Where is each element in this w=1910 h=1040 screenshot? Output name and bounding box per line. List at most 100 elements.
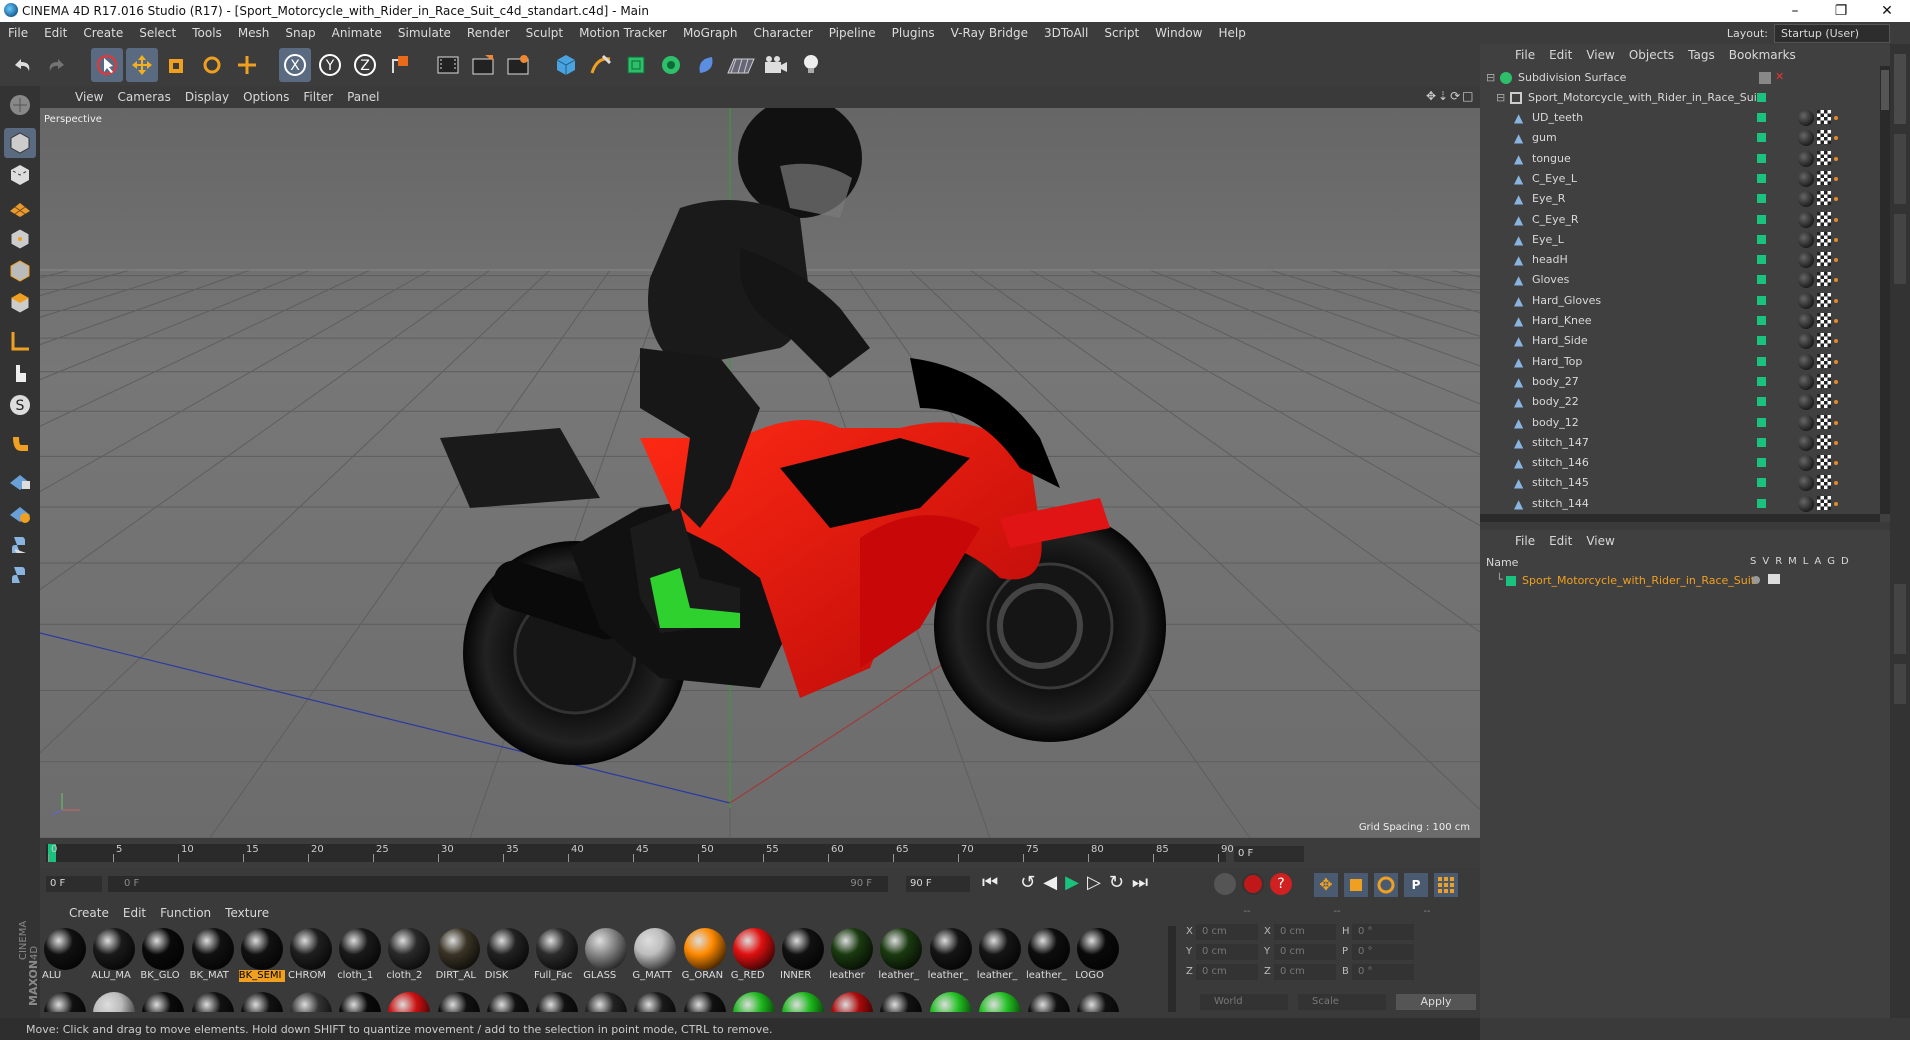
timeline-ruler[interactable]: 0 5 10 15 20 25 30 35 40 45 50 55 60 65 70 75 80 85 90 0 F	[40, 838, 1480, 868]
viewport-menu-cameras[interactable]: Cameras	[110, 90, 177, 104]
phong-tag-icon[interactable]	[1834, 197, 1838, 202]
material-swatch[interactable]: GLASS	[583, 926, 629, 982]
object-menu-file[interactable]: File	[1508, 48, 1542, 62]
material-tag-icon[interactable]	[1798, 252, 1814, 269]
material-swatch[interactable]	[583, 992, 629, 1012]
texture-tag-icon[interactable]	[1817, 414, 1831, 429]
menu-tools[interactable]: Tools	[184, 26, 230, 40]
material-swatch[interactable]	[239, 992, 285, 1012]
phong-tag-icon[interactable]	[1834, 440, 1838, 445]
solo-icon[interactable]	[1752, 576, 1760, 584]
checkmark-icon[interactable]	[1759, 72, 1771, 84]
rotation-key-icon[interactable]	[1374, 873, 1398, 897]
material-swatch[interactable]: leather_	[878, 926, 924, 982]
point-level-key-icon[interactable]	[1434, 873, 1458, 897]
coord-field[interactable]: 0 cm	[1274, 964, 1336, 980]
material-tag-icon[interactable]	[1798, 495, 1814, 512]
play-icon[interactable]: ▶	[1065, 872, 1079, 893]
menu-simulate[interactable]: Simulate	[390, 26, 459, 40]
current-frame-field[interactable]: 0 F	[1234, 846, 1304, 862]
material-swatch[interactable]: DISK	[485, 926, 531, 982]
material-swatch[interactable]	[91, 992, 137, 1012]
material-tag-icon[interactable]	[1798, 353, 1814, 370]
apply-button[interactable]: Apply	[1396, 994, 1476, 1010]
axis-mode-icon[interactable]	[4, 326, 36, 356]
phong-tag-icon[interactable]	[1834, 217, 1838, 222]
material-tag-icon[interactable]	[1798, 434, 1814, 451]
polygons-mode-icon[interactable]	[4, 288, 36, 318]
texture-mode-icon[interactable]	[4, 160, 36, 190]
material-swatch[interactable]	[288, 992, 334, 1012]
object-row[interactable]: ▲ UD_teeth	[1480, 108, 1880, 128]
object-row[interactable]: ▲ Hard_Knee	[1480, 311, 1880, 331]
phong-tag-icon[interactable]	[1834, 116, 1838, 120]
last-tool-icon[interactable]	[231, 48, 263, 82]
viewport-menu-panel[interactable]: Panel	[340, 90, 386, 104]
next-frame-icon[interactable]: ▷	[1087, 872, 1101, 893]
layer-menu-edit[interactable]: Edit	[1542, 534, 1579, 548]
parameter-key-icon[interactable]: P	[1404, 873, 1428, 897]
material-menu-function[interactable]: Function	[153, 906, 218, 920]
object-hscrollbar[interactable]	[1480, 514, 1880, 522]
workplane-snap-icon[interactable]	[4, 498, 36, 528]
camera-icon[interactable]	[760, 48, 792, 82]
coord-field[interactable]: 0 cm	[1274, 924, 1336, 940]
object-row[interactable]: ▲ C_Eye_L	[1480, 169, 1880, 189]
material-swatch[interactable]: ALU	[42, 926, 88, 982]
move-icon[interactable]	[126, 48, 158, 82]
material-swatch[interactable]: leather_	[977, 926, 1023, 982]
object-row[interactable]: ▲ gum	[1480, 128, 1880, 148]
material-swatch[interactable]: cloth_1	[337, 926, 383, 982]
object-row[interactable]: ▲ Hard_Side	[1480, 331, 1880, 351]
coord-field[interactable]: 0 °	[1352, 924, 1414, 940]
viewport-perspective[interactable]: Perspective Grid Spacing : 100 cm	[40, 108, 1480, 838]
rotate-icon[interactable]	[196, 48, 228, 82]
texture-tag-icon[interactable]	[1817, 394, 1831, 409]
menu-motion-tracker[interactable]: Motion Tracker	[571, 26, 675, 40]
phong-tag-icon[interactable]	[1834, 237, 1838, 242]
menu-edit[interactable]: Edit	[36, 26, 75, 40]
material-scrollbar[interactable]	[1168, 926, 1176, 1012]
pen-spline-icon[interactable]	[585, 48, 617, 82]
object-row[interactable]: ▲ body_27	[1480, 372, 1880, 392]
object-menu-tags[interactable]: Tags	[1681, 48, 1722, 62]
autokey-icon[interactable]: ?	[1270, 873, 1292, 895]
attributes-tab[interactable]	[1894, 584, 1906, 654]
material-swatch[interactable]: BK_GLO	[140, 926, 186, 982]
object-row[interactable]: ▲ stitch_145	[1480, 473, 1880, 493]
layer-menu-file[interactable]: File	[1508, 534, 1542, 548]
texture-tag-icon[interactable]	[1817, 373, 1831, 388]
menu-mograph[interactable]: MoGraph	[675, 26, 746, 40]
material-swatch[interactable]: BK_SEMI	[238, 926, 285, 982]
end-frame-field[interactable]: 90 F	[906, 876, 970, 892]
object-row[interactable]: ▲ body_12	[1480, 413, 1880, 433]
go-to-end-icon[interactable]: ⏭	[1132, 872, 1148, 893]
material-swatch[interactable]	[1026, 992, 1072, 1012]
object-row[interactable]: ▲ tongue	[1480, 149, 1880, 169]
material-swatch[interactable]	[42, 992, 88, 1012]
object-row[interactable]: ▲ body_22	[1480, 392, 1880, 412]
material-swatch[interactable]	[436, 992, 482, 1012]
material-swatch[interactable]: leather_	[1026, 926, 1072, 982]
keyframe-selection-icon[interactable]	[1214, 873, 1236, 895]
tweak-mode-icon[interactable]	[4, 358, 36, 388]
material-tag-icon[interactable]	[1798, 333, 1814, 350]
redo-icon[interactable]	[41, 48, 73, 82]
object-menu-objects[interactable]: Objects	[1622, 48, 1681, 62]
object-row[interactable]: ▲ Hard_Top	[1480, 352, 1880, 372]
phong-tag-icon[interactable]	[1834, 339, 1838, 344]
material-swatch[interactable]	[977, 992, 1023, 1012]
phong-tag-icon[interactable]	[1834, 481, 1838, 486]
object-row[interactable]: ▲ Hard_Gloves	[1480, 291, 1880, 311]
phong-tag-icon[interactable]	[1834, 258, 1838, 263]
cube-icon[interactable]	[550, 48, 582, 82]
menu-select[interactable]: Select	[131, 26, 184, 40]
material-swatch[interactable]	[731, 992, 777, 1012]
menu-help[interactable]: Help	[1210, 26, 1253, 40]
material-tag-icon[interactable]	[1798, 110, 1814, 126]
viewport-nav-icons[interactable]: ✥⇣⟳□	[1426, 89, 1476, 105]
select-arrow-icon[interactable]	[91, 48, 123, 82]
layers-tab[interactable]	[1894, 664, 1906, 704]
coord-mode-dropdown[interactable]: World	[1200, 994, 1288, 1010]
texture-tag-icon[interactable]	[1817, 313, 1831, 327]
